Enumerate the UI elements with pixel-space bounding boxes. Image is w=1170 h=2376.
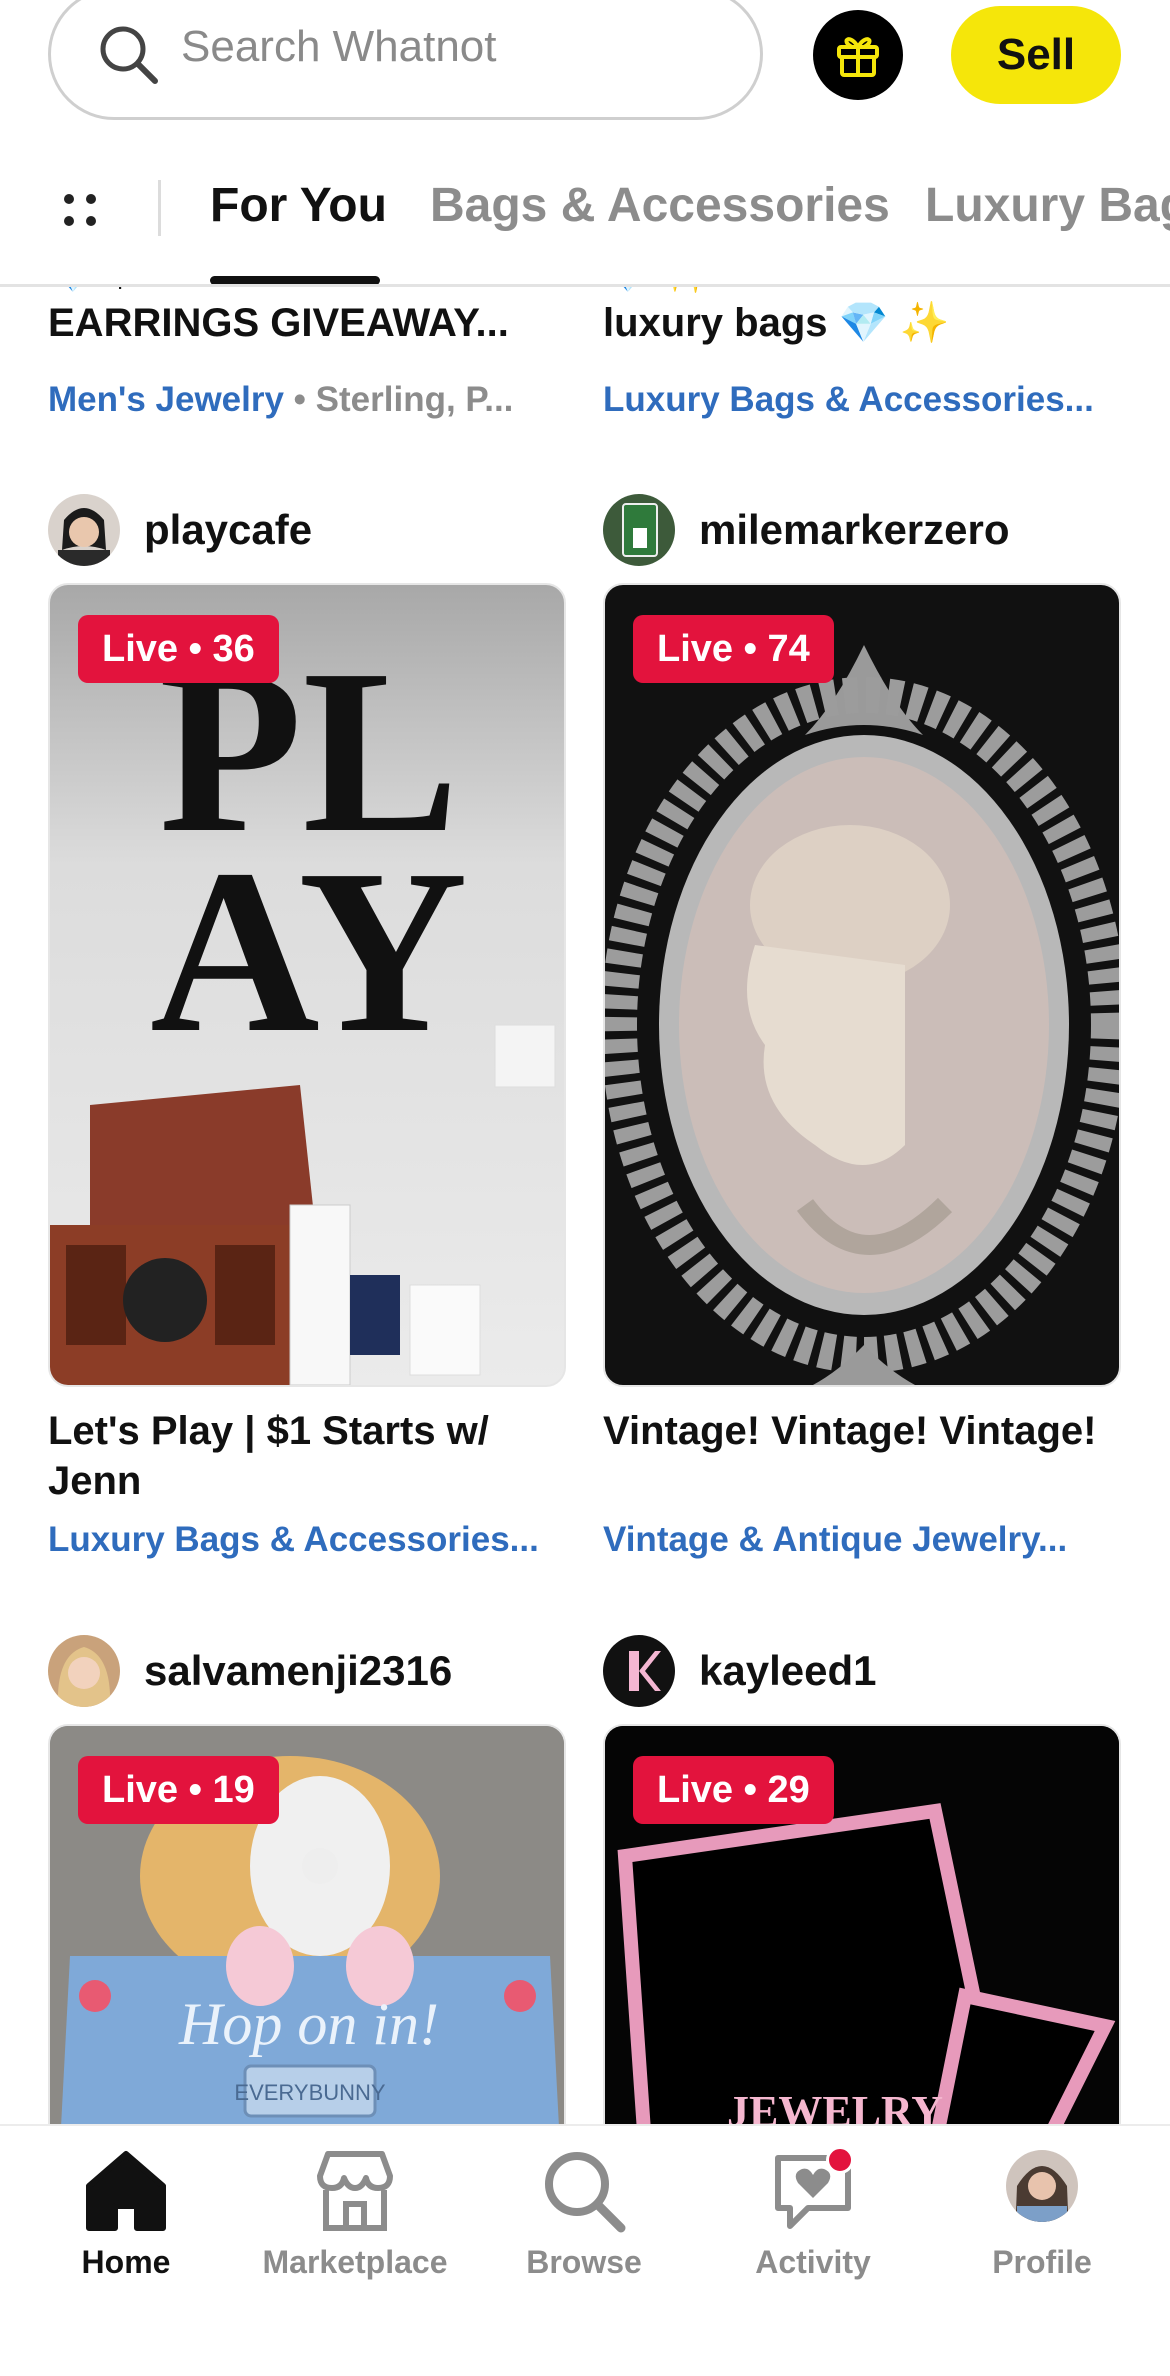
card-category[interactable]: Luxury Bags & Accessories... [48, 1518, 568, 1562]
category-tabs: For You Bags & Accessories Luxury Bags [0, 150, 1170, 285]
bottom-navigation: Home Marketplace Browse Activity Profile [0, 2124, 1170, 2376]
seller-name: kayleed1 [699, 1647, 877, 1694]
seller-name: milemarkerzero [699, 506, 1010, 553]
notification-dot [826, 2146, 854, 2174]
search-icon [100, 26, 158, 84]
svg-text:AY: AY [150, 821, 468, 1081]
nav-profile[interactable]: Profile [927, 2146, 1157, 2281]
avatar [48, 1635, 120, 1707]
live-badge: Live • 29 [633, 1756, 834, 1824]
avatar [603, 494, 675, 566]
thumbnail-image: PL AY [50, 621, 556, 1385]
show-thumbnail[interactable]: PL AY Live • 36 [48, 583, 566, 1387]
seller-row[interactable]: milemarkerzero [603, 494, 1010, 566]
nav-label: Activity [755, 2244, 871, 2280]
show-thumbnail[interactable]: Hop on in! EVERYBUNNY Live • 19 [48, 1724, 566, 2144]
search-icon [545, 2152, 626, 2233]
seller-row[interactable]: kayleed1 [603, 1635, 876, 1707]
storefront-icon [317, 2151, 393, 2231]
nav-label: Browse [526, 2244, 642, 2280]
nav-label: Profile [992, 2244, 1092, 2280]
sell-button[interactable]: Sell [951, 6, 1121, 104]
search-input[interactable]: Search Whatnot [48, 0, 763, 120]
tab-luxury-bags[interactable]: Luxury Bags [925, 176, 1170, 236]
gift-button[interactable] [813, 10, 903, 100]
grid-menu-icon[interactable] [60, 190, 102, 232]
card-category[interactable]: Luxury Bags & Accessories... [603, 378, 1123, 422]
nav-label: Home [81, 2244, 171, 2280]
nav-label: Marketplace [262, 2244, 448, 2280]
seller-row[interactable]: playcafe [48, 494, 312, 566]
svg-text:EVERYBUNNY: EVERYBUNNY [234, 2080, 386, 2105]
gift-icon [837, 37, 879, 77]
live-badge: Live • 19 [78, 1756, 279, 1824]
search-placeholder: Search Whatnot [181, 22, 497, 71]
tab-for-you[interactable]: For You [210, 176, 387, 236]
live-badge: Live • 36 [78, 615, 279, 683]
card-title[interactable]: Let's Play | $1 Starts w/ Jenn [48, 1406, 568, 1506]
svg-text:Hop on in!: Hop on in! [178, 1991, 439, 2057]
card-category[interactable]: Men's Jewelry • Sterling, P... [48, 378, 568, 422]
avatar [603, 1635, 675, 1707]
seller-name: playcafe [144, 506, 313, 553]
show-thumbnail[interactable]: Live • 74 [603, 583, 1121, 1387]
seller-name: salvamenji2316 [144, 1647, 453, 1694]
avatar [1006, 2150, 1078, 2222]
nav-marketplace[interactable]: Marketplace [240, 2146, 470, 2281]
card-title[interactable]: Vintage! Vintage! Vintage! [603, 1406, 1123, 1456]
tab-bags-accessories[interactable]: Bags & Accessories [430, 176, 890, 236]
home-icon [86, 2151, 166, 2231]
nav-home[interactable]: Home [11, 2146, 241, 2281]
thumbnail-image [605, 645, 1119, 1385]
nav-browse[interactable]: Browse [469, 2146, 699, 2281]
tab-divider [158, 180, 161, 236]
live-badge: Live • 74 [633, 615, 834, 683]
show-thumbnail[interactable]: JEWELRY Live • 29 [603, 1724, 1121, 2144]
seller-row[interactable]: salvamenji2316 [48, 1635, 452, 1707]
nav-activity[interactable]: Activity [698, 2146, 928, 2281]
header-divider [0, 284, 1170, 287]
avatar [48, 494, 120, 566]
card-category[interactable]: Vintage & Antique Jewelry... [603, 1518, 1123, 1562]
top-header: Search Whatnot Sell For You Bags & Acces… [0, 0, 1170, 287]
